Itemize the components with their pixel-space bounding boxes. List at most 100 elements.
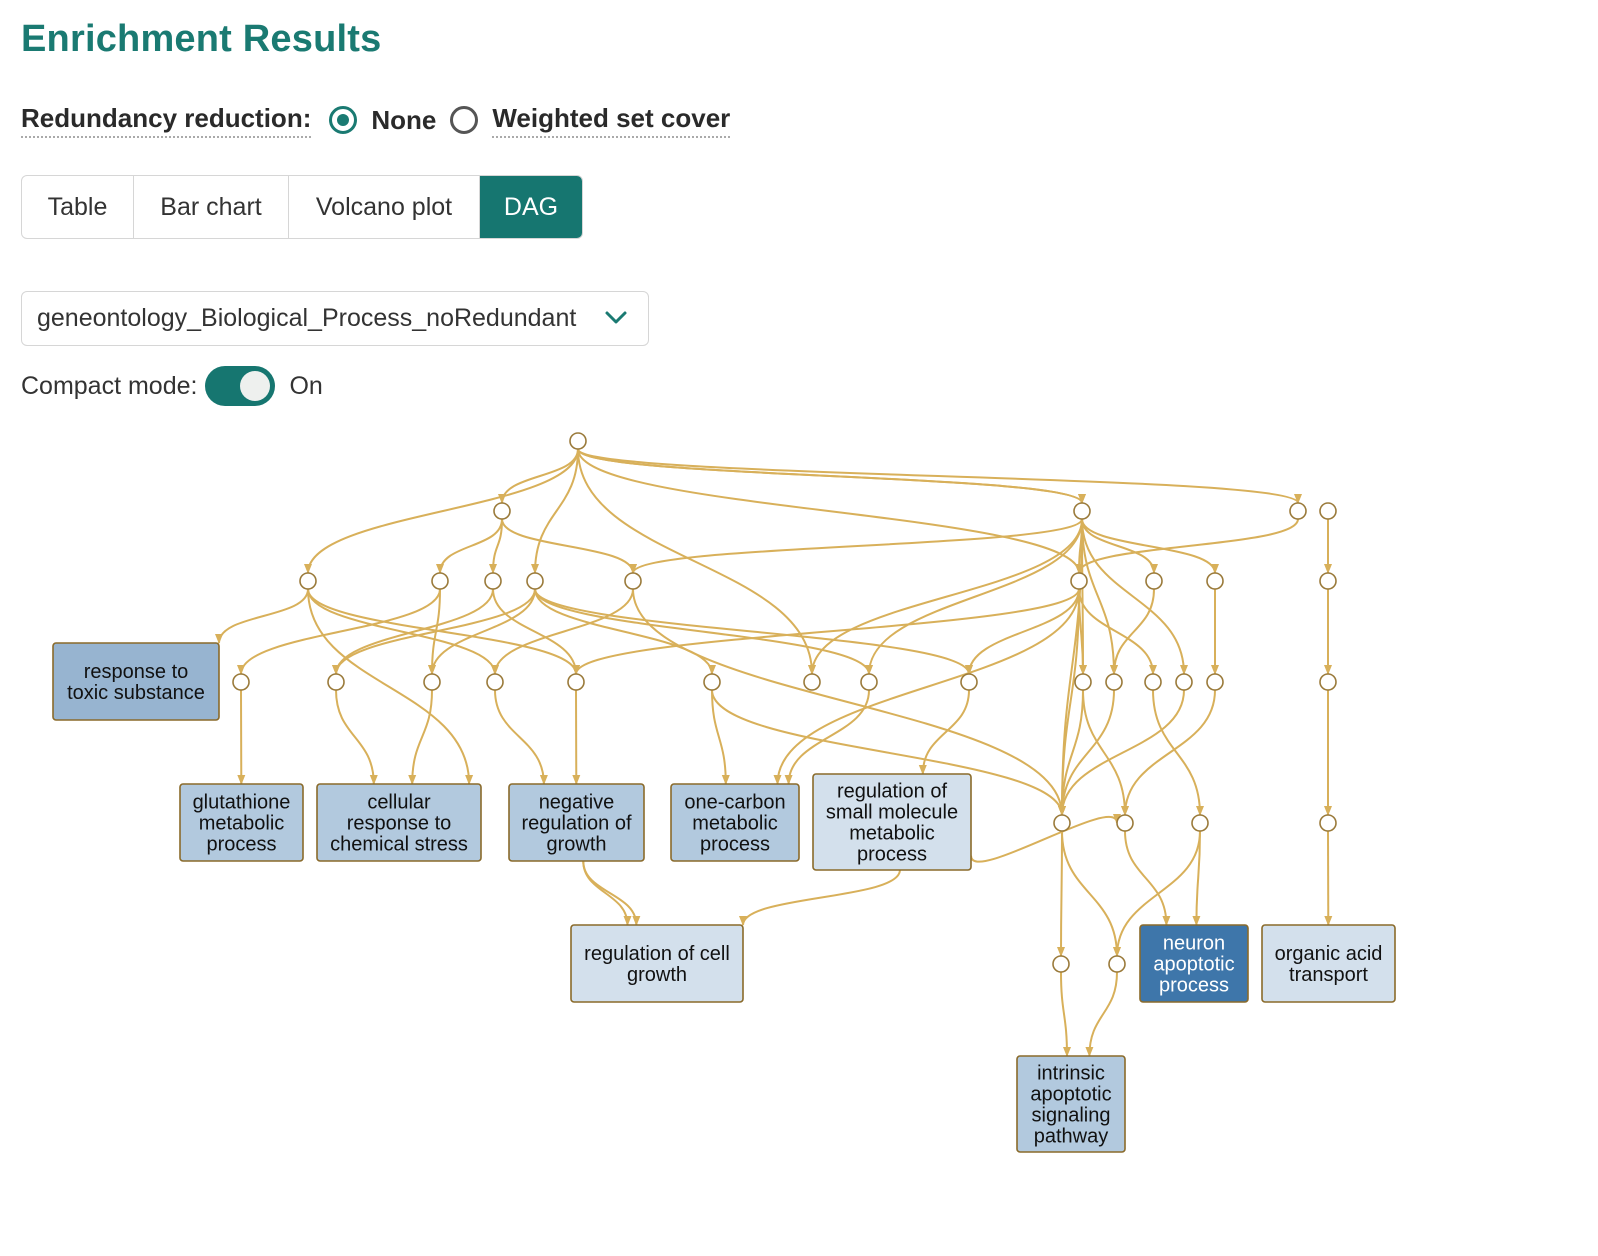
compact-mode-toggle[interactable] [205,366,276,406]
dag-intermediate-node[interactable] [526,572,544,590]
dag-intermediate-node[interactable] [232,673,250,691]
dag-edge [332,588,494,675]
dag-term-node[interactable]: intrinsicapoptoticsignalingpathway [1016,1055,1126,1153]
dag-intermediate-node[interactable] [486,673,504,691]
dag-term-label: process [700,834,770,856]
dag-intermediate-node[interactable] [1108,955,1126,973]
dag-term-node[interactable]: organic acidtransport [1261,924,1396,1003]
dag-term-label: negative [539,792,615,814]
dag-intermediate-node[interactable] [1053,814,1071,832]
dag-intermediate-node[interactable] [484,572,502,590]
dag-intermediate-node[interactable] [431,572,449,590]
radio-none[interactable] [329,106,358,134]
dag-intermediate-node[interactable] [299,572,317,590]
dag-intermediate-node[interactable] [1319,572,1337,590]
dag-term-label: apoptotic [1153,954,1234,976]
dag-intermediate-node[interactable] [1175,673,1193,691]
dag-intermediate-node[interactable] [1145,572,1163,590]
radio-none-label[interactable]: None [371,105,436,136]
dag-edge [1060,971,1071,1057]
dag-edge [1124,830,1171,926]
dag-intermediate-node[interactable] [960,673,978,691]
dag-edge [739,869,901,926]
dag-term-node[interactable]: one-carbonmetabolicprocess [670,783,800,862]
dag-edge [577,448,816,675]
dag-term-label: one-carbon [684,792,785,814]
dag-intermediate-node[interactable] [860,673,878,691]
dag-edge [489,518,503,574]
dag-edge [1075,518,1299,574]
radio-weighted-set-cover-label[interactable]: Weighted set cover [492,103,731,138]
dag-term-label: metabolic [199,813,285,835]
dag-intermediate-node[interactable] [327,673,345,691]
dag-term-label: regulation of [521,813,632,835]
redundancy-reduction-label: Redundancy reduction: [21,103,312,138]
dag-term-node[interactable]: regulation of cellgrowth [570,924,744,1003]
dag-intermediate-node[interactable] [567,673,585,691]
dag-term-node[interactable]: neuronapoptoticprocess [1139,924,1249,1003]
dag-term-label: neuron [1163,933,1225,955]
dag-term-node[interactable]: response totoxic substance [52,642,220,721]
dag-edge [572,588,1080,675]
dag-term-label: process [1159,975,1229,997]
dag-intermediate-node[interactable] [1319,673,1337,691]
dag-term-label: regulation of [837,781,948,803]
dag-intermediate-node[interactable] [1144,673,1162,691]
dag-intermediate-node[interactable] [1074,673,1092,691]
database-select[interactable]: geneontology_Biological_Process_noRedund… [21,291,649,346]
dag-intermediate-node[interactable] [1289,502,1307,520]
dag-intermediate-node[interactable] [1206,572,1224,590]
dag-intermediate-node[interactable] [703,673,721,691]
dag-term-label: small molecule [826,802,958,824]
dag-edge [491,588,634,675]
dag-term-node[interactable]: cellularresponse tochemical stress [316,783,482,862]
dag-term-label: transport [1289,964,1368,986]
compact-mode-label: Compact mode: [21,371,198,400]
dag-term-label: process [857,844,927,866]
dag-term-node[interactable]: glutathionemetabolicprocess [179,783,304,862]
dag-edge [577,448,1086,504]
dag-edge [582,860,632,926]
dag-term-label: regulation of cell [584,943,730,965]
dag-term-label: pathway [1034,1126,1109,1148]
dag-graph: response totoxic substance glutathionemet… [52,432,1396,1153]
dag-edge [773,588,1080,785]
dag-edge [577,448,1302,504]
dag-term-label: response to [84,661,189,683]
dag-intermediate-node[interactable] [1206,673,1224,691]
radio-weighted-set-cover[interactable] [450,106,479,134]
dag-intermediate-node[interactable] [1116,814,1134,832]
redundancy-option-weighted-set-cover[interactable]: Weighted set cover [450,103,731,138]
dag-intermediate-node[interactable] [803,673,821,691]
dag-term-label: metabolic [849,823,935,845]
dag-edge [215,588,309,644]
tab-bar-chart[interactable]: Bar chart [134,176,289,238]
dag-intermediate-node[interactable] [624,572,642,590]
dag-term-node[interactable]: regulation ofsmall moleculemetabolicproc… [812,773,972,871]
dag-intermediate-node[interactable] [1319,502,1337,520]
dag-intermediate-node[interactable] [1191,814,1209,832]
tab-volcano-plot[interactable]: Volcano plot [289,176,480,238]
dag-edge [1061,830,1121,957]
dag-intermediate-node[interactable] [569,432,587,450]
dag-term-label: toxic substance [67,682,205,704]
dag-edge [335,689,378,785]
dag-intermediate-node[interactable] [1052,955,1070,973]
dag-intermediate-node[interactable] [1319,814,1337,832]
tab-dag[interactable]: DAG [480,176,582,238]
redundancy-option-none[interactable]: None [329,105,436,136]
dag-edge [501,518,637,574]
dag-intermediate-node[interactable] [493,502,511,520]
dag-edge [582,860,641,926]
dag-intermediate-node[interactable] [1070,572,1088,590]
dag-intermediate-node[interactable] [1073,502,1091,520]
dag-intermediate-node[interactable] [1105,673,1123,691]
dag-term-node[interactable]: negativeregulation ofgrowth [508,783,645,862]
dag-edge [808,518,1083,675]
redundancy-reduction-group: Redundancy reduction: None Weighted set … [21,100,744,140]
tab-table[interactable]: Table [22,176,134,238]
dag-term-label: metabolic [692,813,778,835]
dag-intermediate-node[interactable] [423,673,441,691]
compact-mode-state: On [289,371,323,400]
dag-edge [970,813,1121,863]
